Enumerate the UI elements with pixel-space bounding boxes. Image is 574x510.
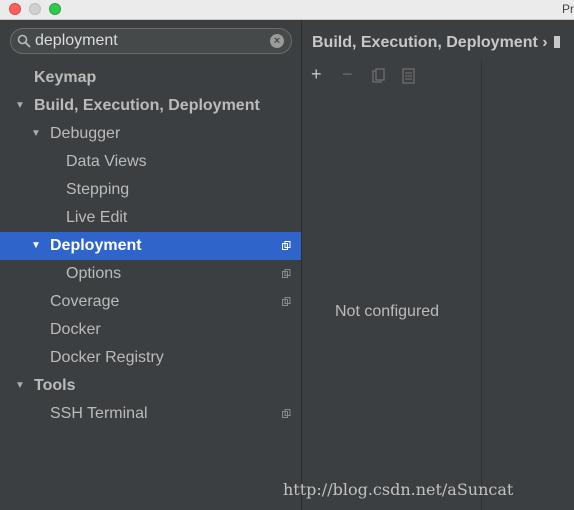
zoom-window-button[interactable] [49, 3, 61, 15]
watermark-text: http://blog.csdn.net/aSuncat [283, 480, 514, 499]
tree-item-label: Coverage [50, 293, 120, 310]
search-box[interactable]: × [10, 28, 292, 54]
project-level-icon [282, 409, 291, 418]
window-title: Pr [562, 2, 574, 16]
settings-tree: Keymap ▼ Build, Execution, Deployment ▼ Debu… [0, 64, 301, 428]
tree-item-keymap[interactable]: Keymap [0, 64, 301, 92]
tree-item-label: Debugger [50, 125, 121, 142]
add-button[interactable]: + [311, 64, 322, 85]
minimize-window-button[interactable] [29, 3, 41, 15]
expand-arrow-icon[interactable]: ▼ [31, 232, 41, 260]
tree-item-label: Build, Execution, Deployment [34, 97, 260, 114]
title-bar: Pr [0, 0, 574, 20]
tree-item-ssh-terminal[interactable]: SSH Terminal [0, 400, 301, 428]
tree-item-label: Docker [50, 321, 101, 338]
tree-item-label: SSH Terminal [50, 405, 148, 422]
tree-item-live-edit[interactable]: Live Edit [0, 204, 301, 232]
tree-item-label: Tools [34, 377, 76, 394]
project-level-icon [282, 269, 291, 278]
tree-item-docker-registry[interactable]: Docker Registry [0, 344, 301, 372]
remove-button[interactable]: − [342, 64, 353, 85]
expand-arrow-icon[interactable]: ▼ [15, 92, 25, 120]
config-list-icon[interactable] [402, 68, 416, 84]
tree-item-stepping[interactable]: Stepping [0, 176, 301, 204]
tree-item-label: Live Edit [66, 209, 128, 226]
tree-item-build-execution-deployment[interactable]: ▼ Build, Execution, Deployment [0, 92, 301, 120]
empty-state-text: Not configured [335, 303, 440, 320]
search-input[interactable] [35, 31, 270, 51]
tree-item-options[interactable]: Options [0, 260, 301, 288]
tree-item-coverage[interactable]: Coverage [0, 288, 301, 316]
expand-arrow-icon[interactable]: ▼ [31, 120, 41, 148]
project-level-icon [282, 241, 291, 250]
breadcrumb-item[interactable]: Build, Execution, Deployment [312, 34, 538, 51]
tree-item-tools[interactable]: ▼ Tools [0, 372, 301, 400]
panel-divider[interactable] [481, 60, 482, 510]
tree-item-label: Data Views [66, 153, 147, 170]
breadcrumb-next-truncated [554, 36, 561, 48]
tree-item-docker[interactable]: Docker [0, 316, 301, 344]
main-panel: Build, Execution, Deployment › + − Not c… [302, 20, 574, 510]
breadcrumb-separator: › [542, 34, 548, 51]
copy-icon[interactable] [372, 68, 386, 84]
tree-item-deployment[interactable]: ▼ Deployment [0, 232, 301, 260]
clear-search-icon[interactable]: × [270, 34, 284, 48]
settings-sidebar: × Keymap ▼ Build, Execution, Deployment ▼ De… [0, 20, 302, 510]
close-window-button[interactable] [9, 3, 21, 15]
tree-item-label: Options [66, 265, 122, 282]
project-level-icon [282, 297, 291, 306]
search-icon [17, 34, 31, 48]
tree-item-label: Keymap [34, 69, 97, 86]
tree-item-label: Docker Registry [50, 349, 164, 366]
tree-item-debugger[interactable]: ▼ Debugger [0, 120, 301, 148]
tree-item-data-views[interactable]: Data Views [0, 148, 301, 176]
expand-arrow-icon[interactable]: ▼ [15, 372, 25, 400]
tree-item-label: Deployment [50, 237, 142, 254]
breadcrumb: Build, Execution, Deployment › [312, 34, 561, 52]
tree-item-label: Stepping [66, 181, 130, 198]
